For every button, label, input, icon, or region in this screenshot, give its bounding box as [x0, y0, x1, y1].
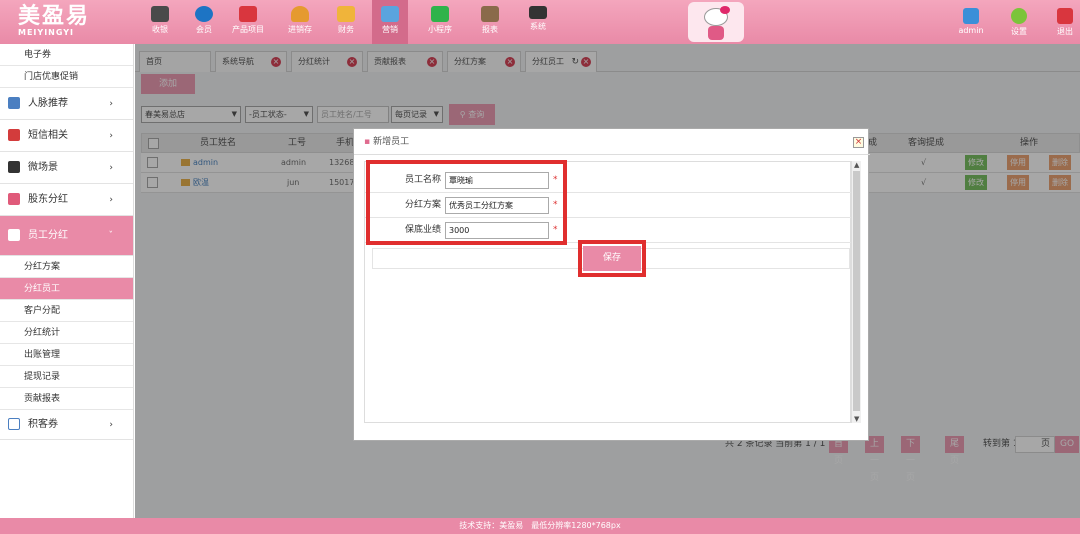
cash-register-icon: [151, 6, 169, 22]
nav-label: 营销: [382, 25, 398, 34]
megaphone-icon: [381, 6, 399, 22]
logout-button[interactable]: 退出: [1052, 0, 1078, 44]
hello-kitty-mascot: [688, 2, 744, 42]
sidebar-group-referral[interactable]: 人脉推荐 ›: [0, 88, 133, 120]
nav-cashier[interactable]: 收银: [140, 0, 180, 44]
coupon-icon: [8, 418, 20, 430]
logo-cn: 美盈易: [18, 3, 91, 29]
group-label: 微场景: [28, 162, 58, 173]
highlight-save-button: [578, 240, 646, 277]
sidebar-group-coupon[interactable]: 积客券 ›: [0, 410, 133, 440]
gear-icon: [1011, 8, 1027, 24]
sidebar-group-shareholder[interactable]: 股东分红 ›: [0, 184, 133, 216]
network-icon: [8, 97, 20, 109]
settings-button[interactable]: 设置: [1004, 0, 1034, 44]
nav-system[interactable]: 系统: [518, 0, 558, 44]
nav-label: 小程序: [428, 25, 452, 34]
logout-label: 退出: [1057, 27, 1073, 36]
sidebar-item-bonus-plan[interactable]: 分红方案: [0, 256, 133, 278]
settings-label: 设置: [1011, 27, 1027, 36]
nav-product[interactable]: 产品项目: [228, 0, 268, 44]
sidebar-item-bonus-employee[interactable]: 分红员工: [0, 278, 133, 300]
user-label: admin: [958, 26, 984, 35]
scroll-up-icon[interactable]: ▲: [854, 161, 859, 169]
mobile-icon: [8, 161, 20, 173]
chevron-right-icon: ›: [109, 131, 113, 141]
modal-header: ▪ 新增员工 ×: [354, 129, 870, 155]
nav-label: 收银: [152, 25, 168, 34]
chevron-right-icon: ›: [109, 195, 113, 205]
sidebar-item-ecoupon[interactable]: 电子券: [0, 44, 133, 66]
nav-label: 会员: [196, 25, 212, 34]
group-label: 积客券: [28, 419, 58, 430]
report-icon: [481, 6, 499, 22]
sidebar-group-sms[interactable]: 短信相关 ›: [0, 120, 133, 152]
sidebar-group-employee-bonus[interactable]: 员工分红 ˇ: [0, 216, 133, 256]
finance-icon: [337, 6, 355, 22]
inventory-icon: [291, 6, 309, 22]
chevron-right-icon: ›: [109, 420, 113, 430]
group-label: 股东分红: [28, 194, 68, 205]
sidebar-group-microscene[interactable]: 微场景 ›: [0, 152, 133, 184]
sidebar-item-payout[interactable]: 出账管理: [0, 344, 133, 366]
sidebar-item-store-promo[interactable]: 门店优惠促销: [0, 66, 133, 88]
employee-icon: [8, 229, 20, 241]
scroll-down-icon[interactable]: ▼: [854, 415, 859, 423]
sidebar: 电子券 门店优惠促销 人脉推荐 › 短信相关 › 微场景 › 股东分红 › 员工分红 ˇ …: [0, 44, 134, 518]
sidebar-item-bonus-stats[interactable]: 分红统计: [0, 322, 133, 344]
nav-finance[interactable]: 财务: [326, 0, 366, 44]
bullet-icon: ▪: [364, 137, 371, 147]
scroll-thumb[interactable]: [853, 171, 860, 411]
member-icon: [195, 6, 213, 22]
modal-scrollbar[interactable]: ▲ ▼: [851, 161, 861, 423]
user-icon: [963, 8, 979, 24]
phone-icon: [8, 129, 20, 141]
nav-miniprogram[interactable]: 小程序: [420, 0, 460, 44]
group-label: 人脉推荐: [28, 98, 68, 109]
monitor-icon: [529, 6, 547, 19]
group-label: 短信相关: [28, 130, 68, 141]
nav-label: 产品项目: [232, 25, 264, 34]
sidebar-item-withdraw[interactable]: 提现记录: [0, 366, 133, 388]
nav-label: 报表: [482, 25, 498, 34]
nav-inventory[interactable]: 进销存: [280, 0, 320, 44]
nav-report[interactable]: 报表: [470, 0, 510, 44]
sidebar-item-customer-assign[interactable]: 客户分配: [0, 300, 133, 322]
logout-icon: [1057, 8, 1073, 24]
highlight-form-fields: [366, 160, 567, 245]
chevron-down-icon: ˇ: [108, 231, 114, 241]
top-bar: 美盈易 MEIYINGYI 收银 会员 产品项目 进销存 财务 营销 小程序 报…: [0, 0, 1080, 44]
nav-label: 财务: [338, 25, 354, 34]
modal-title-text: 新增员工: [373, 137, 410, 147]
chevron-right-icon: ›: [109, 99, 113, 109]
wechat-icon: [431, 6, 449, 22]
nav-label: 进销存: [288, 25, 312, 34]
group-label: 员工分红: [28, 230, 68, 241]
sidebar-item-contribution[interactable]: 贡献报表: [0, 388, 133, 410]
nav-member[interactable]: 会员: [184, 0, 224, 44]
logo-en: MEIYINGYI: [18, 28, 75, 37]
logo: 美盈易 MEIYINGYI: [18, 4, 138, 40]
chevron-right-icon: ›: [109, 163, 113, 173]
product-icon: [239, 6, 257, 22]
close-icon[interactable]: ×: [853, 137, 864, 148]
shareholder-icon: [8, 193, 20, 205]
modal-title: ▪ 新增员工: [364, 129, 409, 155]
footer: 技术支持：美盈易 最低分辨率1280*768px: [0, 518, 1080, 534]
nav-label: 系统: [530, 22, 546, 31]
nav-marketing[interactable]: 营销: [372, 0, 408, 44]
user-admin[interactable]: admin: [954, 0, 988, 44]
